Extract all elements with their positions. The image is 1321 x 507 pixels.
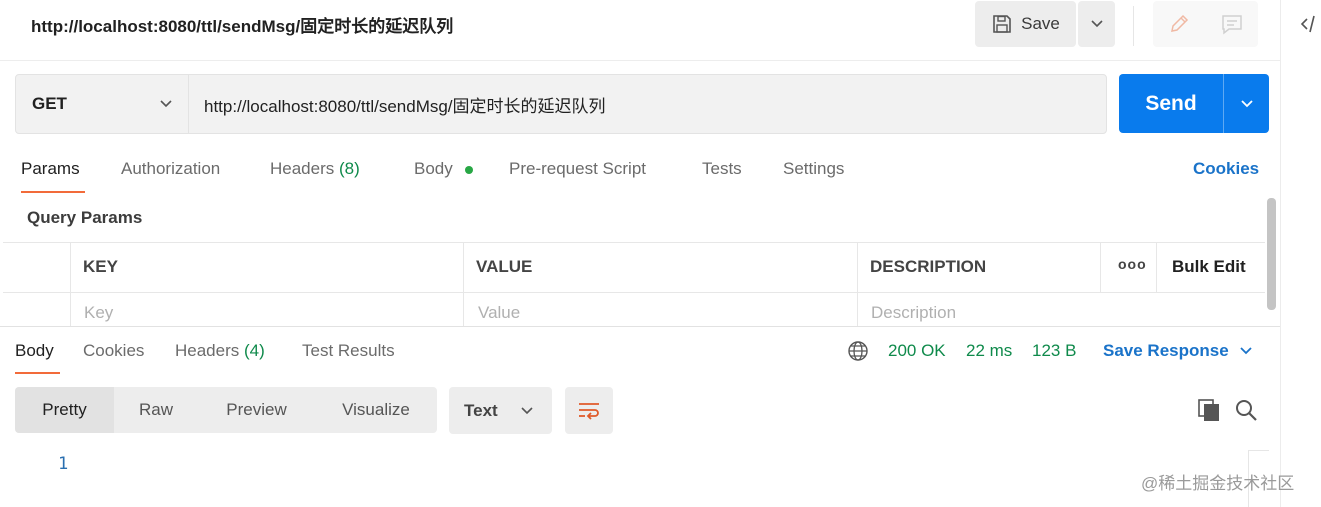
chevron-down-icon	[160, 100, 172, 108]
save-response-button[interactable]: Save Response	[1103, 341, 1253, 361]
right-rail-border	[1280, 0, 1281, 507]
format-label: Text	[464, 400, 498, 420]
response-tab-body[interactable]: Body	[15, 341, 54, 361]
view-mode-selector: Pretty Raw Preview Visualize	[15, 387, 437, 433]
comment-icon[interactable]	[1220, 12, 1244, 36]
wrap-lines-icon	[579, 402, 599, 420]
tab-pre-request-script[interactable]: Pre-request Script	[509, 159, 646, 179]
view-raw[interactable]: Raw	[114, 387, 198, 433]
description-input[interactable]: Description	[871, 303, 956, 323]
send-button-group: Send	[1119, 74, 1269, 133]
format-select[interactable]: Text	[449, 387, 552, 434]
save-icon	[993, 15, 1011, 33]
scrollbar[interactable]	[1267, 198, 1276, 310]
edit-comment-group	[1153, 1, 1258, 47]
table-column-divider	[1100, 243, 1101, 293]
tab-headers[interactable]: Headers (8)	[270, 159, 360, 179]
more-options-button[interactable]: ooo	[1118, 256, 1147, 272]
chevron-down-icon	[1090, 20, 1103, 28]
body-indicator-dot	[465, 166, 473, 174]
url-input[interactable]	[204, 92, 1084, 116]
chevron-down-icon	[1240, 347, 1252, 355]
request-title[interactable]: http://localhost:8080/ttl/sendMsg/固定时长的延…	[31, 12, 453, 37]
cookies-link[interactable]: Cookies	[1193, 159, 1259, 179]
view-preview[interactable]: Preview	[198, 387, 315, 433]
toolbar-divider	[1133, 6, 1134, 46]
method-label: GET	[32, 94, 67, 113]
status-code[interactable]: 200 OK	[888, 341, 946, 361]
save-button[interactable]: Save	[975, 1, 1076, 47]
method-divider	[188, 75, 189, 133]
response-size[interactable]: 123 B	[1032, 341, 1076, 361]
chevron-down-icon	[1240, 99, 1253, 107]
table-top-border	[3, 242, 1265, 243]
column-header-value: VALUE	[476, 257, 533, 276]
query-params-title: Query Params	[27, 208, 143, 227]
watermark: @稀土掘金技术社区	[1141, 474, 1295, 493]
tab-headers-label: Headers	[270, 159, 335, 178]
bulk-edit-button[interactable]: Bulk Edit	[1172, 257, 1246, 277]
save-response-label: Save Response	[1103, 341, 1229, 360]
table-header-border	[3, 292, 1265, 293]
save-label: Save	[1021, 14, 1060, 33]
response-headers-label: Headers	[175, 341, 240, 360]
chevron-down-icon	[521, 406, 533, 414]
response-time[interactable]: 22 ms	[966, 341, 1012, 361]
table-column-divider	[1156, 243, 1157, 293]
tab-settings[interactable]: Settings	[783, 159, 844, 179]
wrap-lines-button[interactable]	[565, 387, 613, 434]
globe-icon[interactable]	[847, 340, 869, 362]
code-snippet-icon[interactable]	[1298, 10, 1321, 38]
active-tab-indicator	[21, 191, 85, 193]
line-number: 1	[58, 454, 69, 474]
column-header-description: DESCRIPTION	[870, 257, 987, 276]
key-input[interactable]: Key	[84, 303, 113, 323]
response-headers-count: (4)	[244, 341, 265, 360]
copy-icon[interactable]	[1196, 397, 1222, 423]
method-select[interactable]: GET	[15, 74, 189, 134]
value-input[interactable]: Value	[478, 303, 520, 323]
tab-body[interactable]: Body	[414, 159, 453, 179]
table-column-divider	[463, 243, 464, 327]
table-column-divider	[70, 243, 71, 327]
send-options-button[interactable]	[1224, 74, 1269, 133]
pencil-icon[interactable]	[1167, 12, 1191, 36]
response-tab-test-results[interactable]: Test Results	[302, 341, 395, 361]
response-divider[interactable]	[0, 326, 1280, 327]
tab-tests[interactable]: Tests	[702, 159, 742, 179]
active-response-tab-indicator	[15, 372, 60, 374]
response-tab-headers[interactable]: Headers (4)	[175, 341, 265, 361]
table-column-divider	[857, 243, 858, 327]
save-options-button[interactable]	[1078, 1, 1115, 47]
column-header-key: KEY	[83, 257, 118, 276]
headers-count: (8)	[339, 159, 360, 178]
title-divider	[0, 60, 1280, 61]
view-visualize[interactable]: Visualize	[315, 387, 437, 433]
response-tab-cookies[interactable]: Cookies	[83, 341, 144, 361]
send-button[interactable]: Send	[1119, 74, 1223, 133]
view-pretty[interactable]: Pretty	[15, 387, 114, 433]
tab-params[interactable]: Params	[21, 159, 80, 179]
search-icon[interactable]	[1233, 397, 1259, 423]
tab-authorization[interactable]: Authorization	[121, 159, 220, 179]
